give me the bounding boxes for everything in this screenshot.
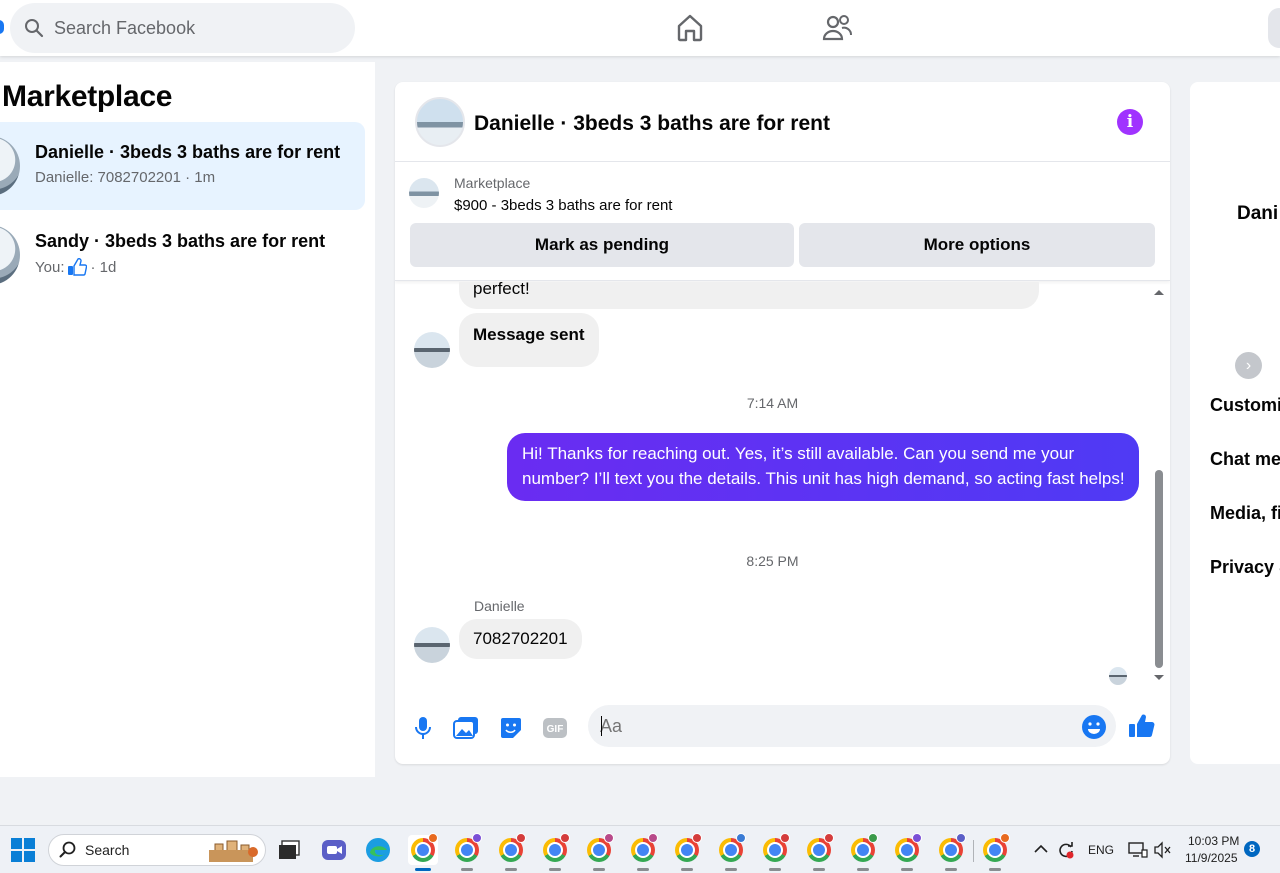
avatar bbox=[0, 136, 20, 196]
edge-browser-icon[interactable] bbox=[363, 835, 393, 865]
chrome-profile-11-icon[interactable] bbox=[848, 833, 878, 871]
chrome-profile-9-icon[interactable] bbox=[760, 833, 790, 871]
chrome-profile-12-icon[interactable] bbox=[892, 833, 922, 871]
listing-thumbnail[interactable] bbox=[409, 178, 439, 208]
contact-name: Dani bbox=[1237, 203, 1279, 224]
listing-avatar[interactable] bbox=[415, 97, 465, 147]
more-options-button[interactable]: More options bbox=[799, 223, 1155, 267]
chrome-profile-8-icon[interactable] bbox=[716, 833, 746, 871]
language-indicator[interactable]: ENG bbox=[1088, 843, 1114, 857]
chat-members-item[interactable]: Chat me bbox=[1210, 449, 1280, 470]
outgoing-message-bubble: Hi! Thanks for reaching out. Yes, it’s s… bbox=[507, 433, 1139, 501]
chrome-profile-3-icon[interactable] bbox=[496, 833, 526, 871]
chat-title[interactable]: Danielle · 3beds 3 baths are for rent bbox=[474, 112, 830, 136]
photo-icon[interactable] bbox=[452, 714, 480, 742]
text-cursor bbox=[601, 716, 602, 736]
network-icon[interactable] bbox=[1128, 841, 1148, 859]
chrome-profile-6-icon[interactable] bbox=[628, 833, 658, 871]
listing-price-title[interactable]: $900 - 3beds 3 baths are for rent bbox=[454, 197, 672, 214]
search-icon bbox=[25, 19, 44, 38]
search-bar[interactable]: Search Facebook bbox=[10, 3, 355, 53]
clock-date[interactable]: 11/9/2025 bbox=[1185, 851, 1238, 865]
gif-icon[interactable]: GIF bbox=[541, 714, 569, 742]
chevron-right-icon[interactable]: › bbox=[1235, 352, 1262, 379]
speaker-muted-icon[interactable] bbox=[1153, 841, 1171, 859]
chat-window: Danielle · 3beds 3 baths are for rent i … bbox=[395, 82, 1170, 764]
scroll-up-arrow-icon[interactable] bbox=[1153, 288, 1165, 296]
incoming-message-bubble: 7082702201 bbox=[459, 619, 582, 659]
thumbs-up-send-icon[interactable] bbox=[1128, 712, 1156, 740]
message-thread: perfect! Message sent 7:14 AM Hi! Thanks… bbox=[395, 282, 1170, 692]
meet-icon[interactable] bbox=[319, 835, 349, 865]
timestamp: 8:25 PM bbox=[746, 553, 799, 569]
windows-taskbar: Search ENG 10:03 PM 11/9/2025 8 bbox=[0, 825, 1280, 873]
account-menu-button[interactable] bbox=[1268, 8, 1280, 48]
search-icon bbox=[59, 841, 76, 858]
avatar[interactable] bbox=[414, 332, 450, 368]
svg-text:GIF: GIF bbox=[547, 724, 564, 735]
conversation-name: Sandy · 3beds 3 baths are for rent bbox=[35, 231, 326, 251]
notification-badge[interactable]: 8 bbox=[1244, 841, 1260, 857]
home-icon[interactable] bbox=[672, 10, 708, 46]
info-icon[interactable]: i bbox=[1117, 109, 1143, 135]
message-input[interactable] bbox=[588, 705, 1116, 747]
conversation-list-panel: Marketplace Danielle · 3beds 3 baths are… bbox=[0, 62, 375, 777]
chrome-profile-1-icon[interactable] bbox=[408, 833, 438, 871]
preview-prefix: You: bbox=[35, 258, 65, 276]
sync-icon[interactable] bbox=[1057, 841, 1075, 859]
chevron-up-icon[interactable] bbox=[1034, 844, 1048, 854]
media-files-item[interactable]: Media, fi bbox=[1210, 503, 1280, 524]
message-text: perfect! bbox=[473, 282, 530, 298]
taskbar-divider bbox=[973, 840, 974, 862]
preview-time: · 1d bbox=[90, 258, 117, 276]
incoming-message-bubble: perfect! bbox=[459, 282, 1039, 309]
thumbs-up-icon bbox=[68, 258, 88, 276]
scrollbar-thumb[interactable] bbox=[1155, 470, 1163, 668]
customize-chat-item[interactable]: Customiz bbox=[1210, 395, 1280, 416]
timestamp: 7:14 AM bbox=[746, 395, 799, 411]
windows-start-icon[interactable] bbox=[11, 838, 35, 862]
facebook-logo[interactable] bbox=[0, 20, 4, 34]
chrome-profile-13-icon[interactable] bbox=[936, 833, 966, 871]
mark-as-pending-button[interactable]: Mark as pending bbox=[410, 223, 794, 267]
chrome-profile-10-icon[interactable] bbox=[804, 833, 834, 871]
friends-icon[interactable] bbox=[819, 10, 855, 46]
chrome-profile-14-icon[interactable] bbox=[980, 833, 1010, 871]
chrome-profile-4-icon[interactable] bbox=[540, 833, 570, 871]
top-navigation-bar: Search Facebook bbox=[0, 0, 1280, 56]
listing-label: Marketplace bbox=[454, 175, 531, 191]
sender-name: Danielle bbox=[474, 598, 525, 614]
microphone-icon[interactable] bbox=[409, 714, 437, 742]
search-highlight-icon bbox=[209, 840, 258, 862]
task-view-icon[interactable] bbox=[274, 835, 304, 865]
chat-header: Danielle · 3beds 3 baths are for rent i bbox=[395, 82, 1170, 162]
privacy-support-item[interactable]: Privacy & bbox=[1210, 557, 1280, 578]
taskbar-search[interactable]: Search bbox=[48, 834, 266, 866]
message-sent-notice: Message sent bbox=[459, 313, 599, 367]
taskbar-search-label: Search bbox=[85, 842, 130, 858]
conversation-preview: You: · 1d bbox=[35, 258, 116, 276]
page-title: Marketplace bbox=[2, 80, 173, 113]
scrollbar[interactable] bbox=[1153, 282, 1165, 692]
conversation-item-sandy[interactable]: Sandy · 3beds 3 baths are for rent You: … bbox=[0, 211, 365, 299]
message-composer: GIF bbox=[395, 700, 1170, 756]
conversation-item-danielle[interactable]: Danielle · 3beds 3 baths are for rent Da… bbox=[0, 122, 365, 210]
chrome-profile-5-icon[interactable] bbox=[584, 833, 614, 871]
conversation-name: Danielle · 3beds 3 baths are for rent bbox=[35, 142, 341, 162]
chat-details-panel: Dani › Customiz Chat me Media, fi Privac… bbox=[1190, 82, 1280, 764]
scroll-down-arrow-icon[interactable] bbox=[1153, 674, 1165, 682]
sticker-icon[interactable] bbox=[497, 714, 525, 742]
seen-avatar bbox=[1109, 667, 1127, 685]
search-input[interactable]: Search Facebook bbox=[54, 18, 195, 39]
emoji-icon[interactable] bbox=[1080, 713, 1108, 741]
avatar[interactable] bbox=[414, 627, 450, 663]
conversation-preview: Danielle: 7082702201 · 1m bbox=[35, 169, 216, 186]
avatar bbox=[0, 225, 20, 285]
clock-time[interactable]: 10:03 PM bbox=[1188, 834, 1239, 848]
listing-banner: Marketplace $900 - 3beds 3 baths are for… bbox=[395, 163, 1170, 281]
chrome-profile-2-icon[interactable] bbox=[452, 833, 482, 871]
chrome-profile-7-icon[interactable] bbox=[672, 833, 702, 871]
